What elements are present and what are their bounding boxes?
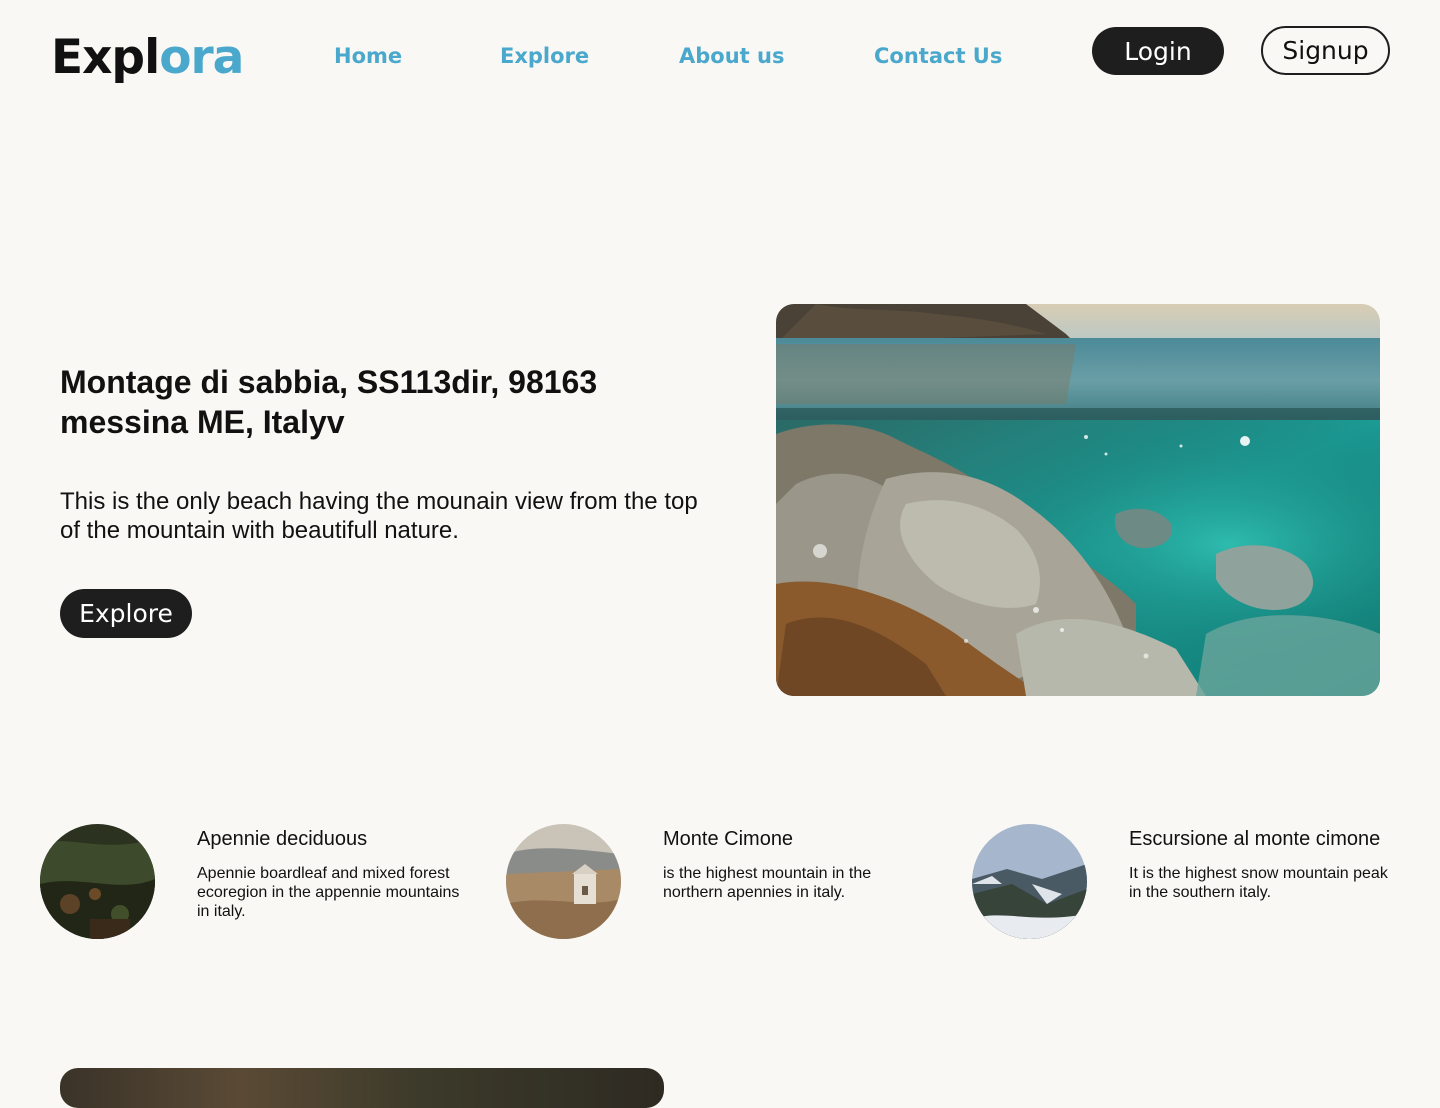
card-description: It is the highest snow mountain peak in … [1129, 865, 1388, 901]
nav-contact-us[interactable]: Contact Us [874, 42, 1002, 70]
card-title: Apennie deciduous [197, 828, 368, 850]
mountain-building-photo [506, 824, 621, 939]
nav-explore[interactable]: Explore [500, 42, 589, 70]
card-title: Escursione al monte cimone [1129, 828, 1381, 850]
logo-text-accent: ora [159, 30, 244, 85]
hero-underwater-image [776, 304, 1380, 696]
logo[interactable]: Explora [51, 28, 244, 88]
snow-mountain-photo [972, 824, 1087, 939]
signup-button[interactable]: Signup [1261, 26, 1390, 75]
forest-photo [40, 824, 155, 939]
bottom-feature-image [60, 1068, 664, 1108]
hero-title: Montage di sabbia, SS113dir, 98163 messi… [60, 364, 598, 440]
nav-home[interactable]: Home [334, 42, 402, 70]
logo-text-dark: Expl [51, 30, 160, 85]
hero-description: This is the only beach having the mounai… [60, 488, 698, 544]
explore-button[interactable]: Explore [60, 589, 192, 638]
card-title: Monte Cimone [663, 828, 794, 850]
card-description: is the highest mountain in the northern … [663, 865, 872, 901]
login-button[interactable]: Login [1092, 27, 1224, 75]
nav-about-us[interactable]: About us [679, 42, 784, 70]
card-description: Apennie boardleaf and mixed forest ecore… [197, 865, 460, 920]
